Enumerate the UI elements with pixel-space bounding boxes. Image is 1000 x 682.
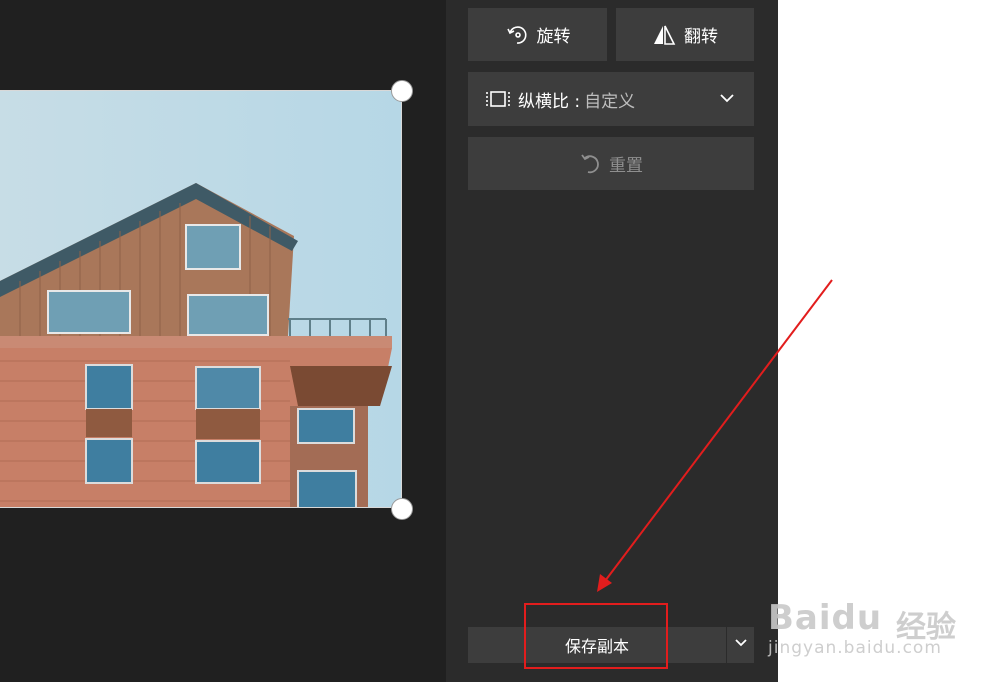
- watermark-logo: Baidu: [768, 598, 883, 638]
- watermark-url: jingyan.baidu.com: [768, 638, 942, 658]
- baidu-watermark: Baidu 经验 jingyan.baidu.com: [768, 578, 988, 668]
